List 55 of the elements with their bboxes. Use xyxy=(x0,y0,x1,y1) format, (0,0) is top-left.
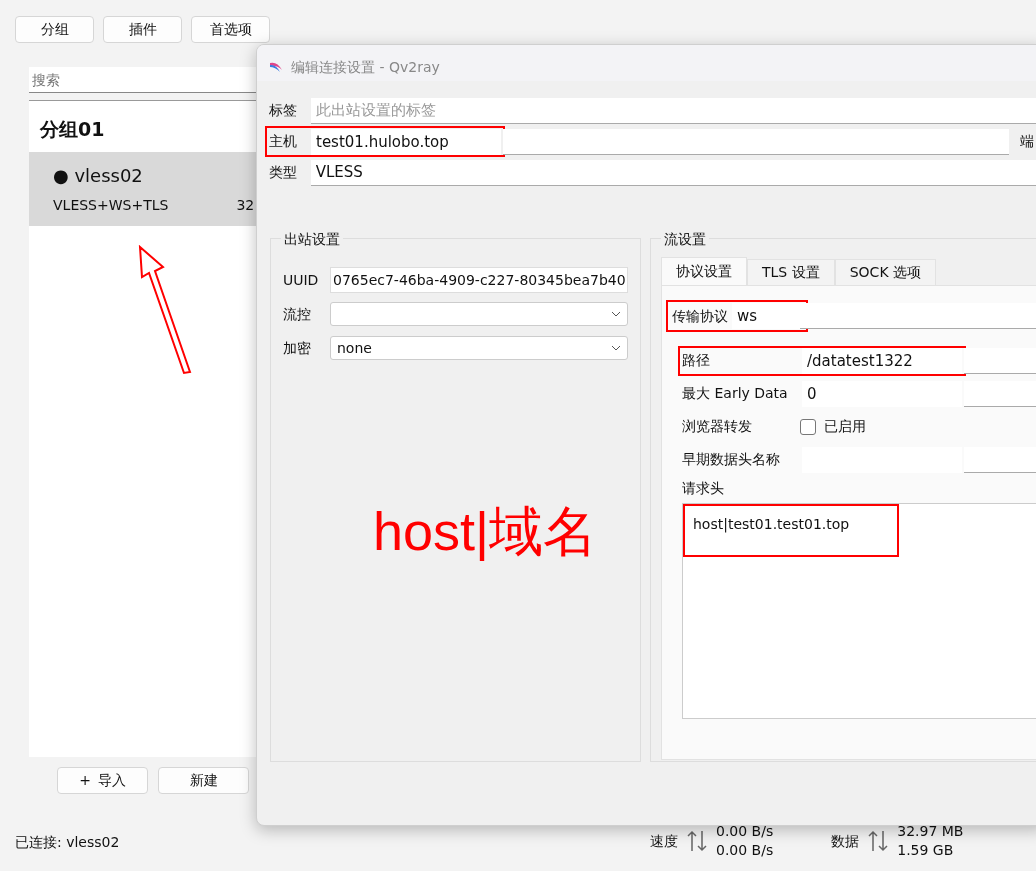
field-label: 传输协议 xyxy=(672,306,728,326)
toolbar-button[interactable]: 首选项 xyxy=(191,16,270,43)
tab[interactable]: SOCK 选项 xyxy=(834,259,936,285)
connection-name: ● vless02 xyxy=(53,163,144,188)
headers-textarea[interactable]: host|test01.test01.top xyxy=(682,503,1036,719)
connection-type: VLESS+WS+TLS xyxy=(53,195,169,215)
plus-icon: + xyxy=(79,770,91,791)
data-label: 数据 xyxy=(831,831,860,851)
field-label: 主机 xyxy=(269,132,298,151)
chevron-icon xyxy=(611,345,621,351)
uuid-field[interactable]: 0765ec7-46ba-4909-c227-80345bea7b40 xyxy=(330,267,628,293)
connection-item[interactable]: ● vless02 VLESS+WS+TLS 32 xyxy=(29,151,256,226)
field-label: 端 xyxy=(1020,132,1034,151)
tab[interactable]: 协议设置 xyxy=(661,257,747,285)
field-label: 路径 xyxy=(682,351,711,370)
field-label: 流控 xyxy=(283,304,312,324)
text-field[interactable]: VLESS xyxy=(310,159,1036,186)
field-label: UUID xyxy=(283,270,320,290)
text-field[interactable]: 0 xyxy=(802,380,962,407)
checkbox-label: 已启用 xyxy=(823,417,866,436)
chevron-icon xyxy=(611,311,621,317)
text-field[interactable]: test01.hulobo.top xyxy=(311,128,501,155)
speed-value: 1.59 GB xyxy=(897,841,955,860)
text-field[interactable]: /datatest1322 xyxy=(802,347,962,374)
field-label: 早期数据头名称 xyxy=(682,450,781,469)
field-label: 类型 xyxy=(269,163,298,182)
connection-info: 32 xyxy=(236,195,255,215)
tab[interactable]: TLS 设置 xyxy=(747,259,835,285)
field-label: 最大 Early Data xyxy=(682,384,789,403)
annotation-text: host|域名 xyxy=(373,502,598,562)
import-button[interactable]: + 导入 xyxy=(57,767,148,794)
arrow-icon xyxy=(137,245,193,375)
transfer-icon xyxy=(867,829,890,853)
speed-value: 0.00 B/s xyxy=(716,841,774,860)
speed-value: 0.00 B/s xyxy=(716,822,774,841)
status-text: 已连接: vless02 xyxy=(15,833,120,852)
new-button[interactable]: 新建 xyxy=(158,767,249,794)
toolbar-button[interactable]: 分组 xyxy=(15,16,94,43)
field-label: 标签 xyxy=(269,101,298,120)
app-icon xyxy=(269,61,283,73)
checkbox[interactable] xyxy=(800,418,816,435)
dropdown[interactable]: none xyxy=(330,336,628,360)
headers-text: host|test01.test01.top xyxy=(693,515,850,535)
text-field[interactable]: 此出站设置的标签 xyxy=(310,97,1036,124)
transfer-icon xyxy=(686,829,708,853)
speed-label: 速度 xyxy=(650,831,678,851)
toolbar-button[interactable]: 插件 xyxy=(103,16,182,43)
field-label: 请求头 xyxy=(682,479,725,498)
dropdown[interactable] xyxy=(330,302,628,326)
field-label: 加密 xyxy=(283,338,312,358)
protocol-field[interactable]: ws xyxy=(732,303,802,329)
group-title: 分组01 xyxy=(39,117,106,142)
speed-value: 32.97 MB xyxy=(897,822,964,841)
field-label: 浏览器转发 xyxy=(682,417,753,436)
window-title: 编辑连接设置 - Qv2ray xyxy=(291,57,440,77)
